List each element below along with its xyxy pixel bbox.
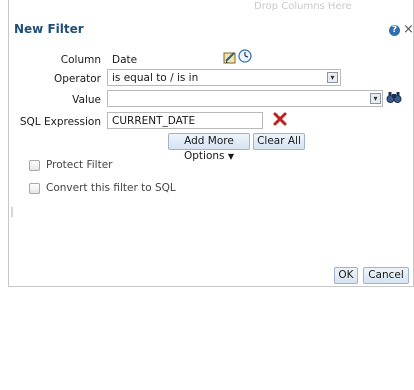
search-values-icon[interactable] (386, 90, 402, 107)
convert-to-sql-label: Convert this filter to SQL (46, 182, 176, 194)
resize-handle[interactable] (11, 207, 13, 217)
value-dropdown-icon[interactable]: ▾ (370, 93, 381, 104)
clear-all-button[interactable]: Clear All (253, 133, 305, 150)
sql-expression-input[interactable]: CURRENT_DATE (107, 112, 263, 129)
edit-column-icon[interactable] (223, 51, 237, 67)
drop-columns-hint: Drop Columns Here (254, 1, 352, 12)
chevron-down-icon: ▾ (327, 72, 338, 83)
new-filter-dialog: Drop Columns Here New Filter ? × Column … (8, 0, 414, 287)
help-icon[interactable]: ? (389, 25, 400, 36)
delete-icon[interactable] (273, 112, 287, 129)
sql-expression-label: SQL Expression (19, 116, 101, 128)
chevron-down-icon: ▼ (227, 152, 234, 161)
close-icon[interactable]: × (403, 22, 414, 37)
convert-to-sql-checkbox[interactable] (29, 183, 40, 194)
ok-button[interactable]: OK (334, 267, 358, 284)
add-more-options-button[interactable]: Add More Options ▼ (168, 133, 250, 162)
operator-value: is equal to / is in (112, 72, 199, 84)
column-label: Column (60, 54, 101, 66)
dialog-title: New Filter (14, 22, 84, 36)
time-column-icon[interactable] (238, 49, 252, 66)
cancel-button[interactable]: Cancel (363, 267, 409, 284)
operator-select[interactable]: is equal to / is in ▾ (107, 69, 341, 86)
operator-label: Operator (54, 73, 101, 85)
value-input[interactable]: ▾ (107, 90, 383, 107)
column-value: Date (112, 54, 138, 66)
sql-expression-value: CURRENT_DATE (112, 115, 196, 127)
protect-filter-checkbox[interactable] (29, 160, 40, 171)
protect-filter-label: Protect Filter (46, 159, 113, 171)
value-label: Value (72, 94, 101, 106)
